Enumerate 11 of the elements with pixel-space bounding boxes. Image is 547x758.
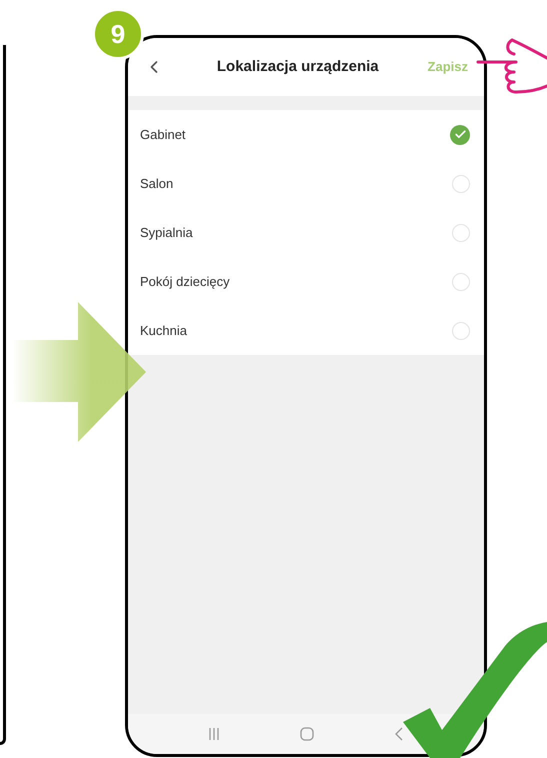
- room-option[interactable]: Kuchnia: [128, 306, 484, 355]
- screen-title: Lokalizacja urządzenia: [216, 56, 380, 77]
- home-icon[interactable]: [300, 727, 314, 741]
- checkmark-icon: [400, 622, 547, 758]
- room-option[interactable]: Pokój dziecięcy: [128, 257, 484, 306]
- room-option[interactable]: Sypialnia: [128, 208, 484, 257]
- recent-apps-icon[interactable]: [208, 727, 220, 741]
- back-nav-icon[interactable]: [394, 727, 404, 741]
- step-badge: 9: [92, 8, 144, 60]
- room-option[interactable]: Salon: [128, 159, 484, 208]
- room-option[interactable]: Gabinet: [128, 110, 484, 159]
